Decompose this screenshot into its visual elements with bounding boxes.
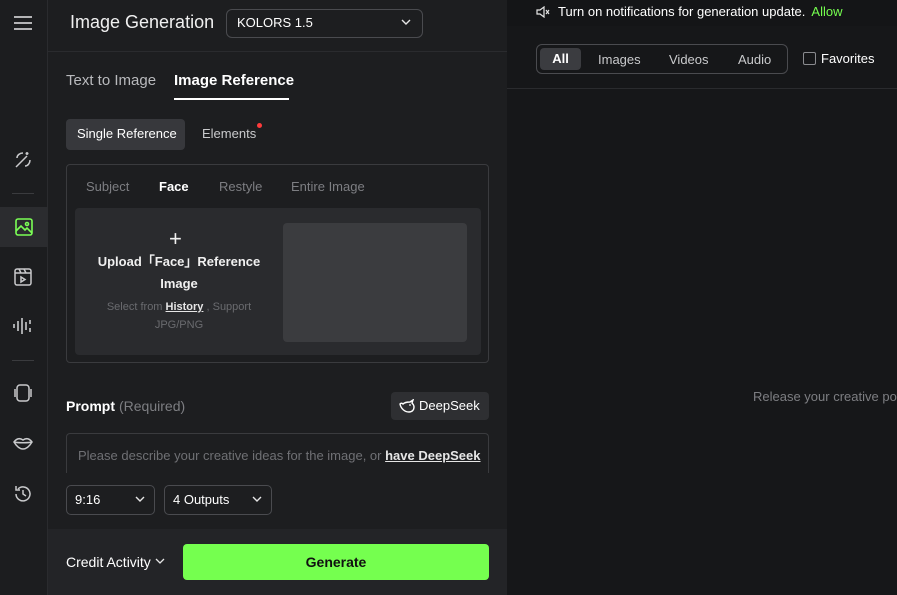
prompt-title: Prompt [66, 398, 115, 414]
checkbox-box [803, 52, 816, 65]
single-reference-button[interactable]: Single Reference [66, 119, 185, 150]
plus-icon: + [169, 226, 182, 251]
ref-tab-face[interactable]: Face [159, 179, 189, 194]
outputs-value: 4 Outputs [173, 492, 230, 507]
notice-dot [257, 123, 262, 128]
aspect-ratio-value: 9:16 [75, 492, 101, 507]
favorites-checkbox[interactable]: Favorites [803, 51, 874, 66]
generate-button[interactable]: Generate [183, 544, 489, 580]
prompt-required: (Required) [119, 398, 186, 414]
results-area: Turn on notifications for generation upd… [507, 0, 897, 595]
notification-text: Turn on notifications for generation upd… [558, 4, 806, 19]
reference-preview [283, 223, 467, 342]
credit-activity-dropdown[interactable]: Credit Activity [66, 553, 165, 570]
ref-tab-subject[interactable]: Subject [86, 179, 129, 194]
active-tab-underline [174, 98, 289, 100]
notification-bar: Turn on notifications for generation upd… [507, 0, 897, 26]
empty-state-message: Release your creative pot [753, 389, 897, 404]
reference-box: Subject Face Restyle Entire Image + Uplo… [66, 164, 489, 363]
menu-icon[interactable] [12, 12, 34, 34]
have-deepseek-link[interactable]: have DeepSeek [385, 448, 480, 463]
canvas-icon[interactable] [12, 382, 34, 404]
chevron-down-icon [134, 493, 146, 508]
filter-all[interactable]: All [540, 48, 581, 70]
deepseek-label: DeepSeek [419, 398, 480, 413]
lips-icon[interactable] [12, 432, 34, 454]
image-icon[interactable] [0, 207, 48, 247]
panel-footer: Credit Activity Generate [48, 529, 507, 595]
history-icon[interactable] [12, 483, 34, 505]
media-filter-tabs: All Images Videos Audio [536, 44, 788, 74]
ref-tab-entire-image[interactable]: Entire Image [291, 179, 365, 194]
audio-wave-icon[interactable] [12, 315, 34, 337]
filter-audio[interactable]: Audio [738, 52, 771, 67]
panel-header: Image Generation KOLORS 1.5 [48, 0, 507, 52]
speaker-icon [536, 5, 550, 21]
upload-dropzone[interactable]: + Upload「Face」Reference Image Select fro… [75, 208, 481, 355]
filter-images[interactable]: Images [598, 52, 641, 67]
prompt-label: Prompt (Required) [66, 398, 185, 414]
filter-videos[interactable]: Videos [669, 52, 709, 67]
ref-tab-restyle[interactable]: Restyle [219, 179, 262, 194]
left-rail [0, 0, 48, 595]
rail-divider [12, 360, 34, 361]
favorites-label: Favorites [821, 51, 875, 66]
generation-panel: Image Generation KOLORS 1.5 Text to Imag… [48, 0, 507, 595]
allow-notifications-link[interactable]: Allow [811, 4, 842, 19]
chevron-down-icon [251, 493, 263, 508]
credit-activity-label: Credit Activity [66, 554, 151, 570]
upload-hint-prefix: Select from [106, 301, 166, 313]
results-divider [507, 88, 897, 89]
page-title: Image Generation [70, 12, 215, 32]
deepseek-whale-icon [399, 398, 415, 416]
model-select-value: KOLORS 1.5 [237, 15, 313, 30]
prompt-placeholder: Please describe your creative ideas for … [78, 448, 386, 463]
tab-image-reference[interactable]: Image Reference [174, 72, 294, 89]
rail-divider [12, 193, 34, 194]
chevron-down-icon [155, 553, 165, 569]
aspect-ratio-select[interactable]: 9:16 [66, 485, 155, 515]
history-link[interactable]: History [166, 301, 204, 313]
chevron-down-icon [400, 16, 412, 31]
video-icon[interactable] [12, 266, 34, 288]
prompt-input[interactable]: Please describe your creative ideas for … [66, 433, 489, 473]
tab-text-to-image[interactable]: Text to Image [66, 72, 156, 89]
outputs-select[interactable]: 4 Outputs [164, 485, 272, 515]
deepseek-button[interactable]: DeepSeek [391, 392, 489, 420]
model-select[interactable]: KOLORS 1.5 [226, 9, 423, 38]
elements-tab[interactable]: Elements [202, 126, 256, 141]
upload-hint: Select from History , Support JPG/PNG [95, 298, 263, 334]
magic-wand-icon[interactable] [12, 149, 34, 171]
upload-title: Upload「Face」Reference Image [97, 254, 261, 291]
